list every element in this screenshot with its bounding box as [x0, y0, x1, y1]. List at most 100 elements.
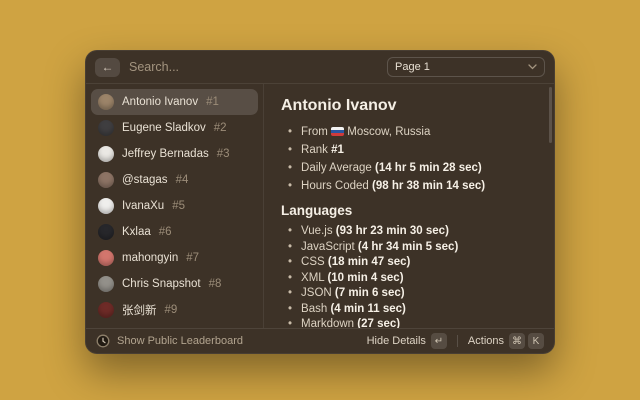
user-row[interactable]: Chris Snapshot #8 — [91, 271, 258, 297]
user-rank: #9 — [165, 304, 178, 316]
bullet-icon: • — [288, 159, 292, 177]
detail-info-item: • Hours Coded (98 hr 38 min 14 sec) — [288, 177, 538, 195]
detail-info-item: • From Moscow, Russia — [288, 123, 538, 141]
language-item: • JSON (7 min 6 sec) — [288, 286, 538, 302]
k-key-icon: K — [528, 333, 544, 349]
user-row[interactable]: 张剑新 #9 — [91, 297, 258, 323]
bullet-icon: • — [288, 286, 292, 302]
language-item-text: XML (10 min 4 sec) — [301, 271, 404, 287]
user-avatar — [98, 146, 114, 162]
hide-details-action[interactable]: Hide Details ↵ — [367, 333, 447, 349]
user-rank: #8 — [209, 278, 222, 290]
chevron-down-icon — [528, 64, 537, 70]
user-name: IvanaXu — [122, 200, 164, 212]
scrollbar-thumb[interactable] — [549, 87, 552, 143]
actions-menu-button[interactable]: Actions ⌘K — [468, 333, 544, 349]
user-name: Antonio Ivanov — [122, 96, 198, 108]
bullet-icon: • — [288, 240, 292, 256]
detail-info-item-text: Rank #1 — [301, 141, 344, 159]
enter-key-icon: ↵ — [431, 333, 447, 349]
footer-divider — [457, 335, 458, 347]
user-row[interactable]: Eugene Sladkov #2 — [91, 115, 258, 141]
clock-icon — [96, 334, 110, 348]
detail-info-item: • Rank #1 — [288, 141, 538, 159]
language-item: • CSS (18 min 47 sec) — [288, 255, 538, 271]
back-arrow-icon: ← — [102, 60, 114, 74]
user-rank: #2 — [214, 122, 227, 134]
user-name: 张剑新 — [122, 302, 157, 318]
user-avatar — [98, 94, 114, 110]
user-avatar — [98, 250, 114, 266]
russia-flag-icon — [331, 127, 344, 136]
language-item-text: Bash (4 min 11 sec) — [301, 302, 406, 318]
languages-heading: Languages — [281, 202, 538, 219]
user-avatar — [98, 120, 114, 136]
user-rank: #7 — [186, 252, 199, 264]
language-item-text: Markdown (27 sec) — [301, 317, 400, 328]
language-item-text: CSS (18 min 47 sec) — [301, 255, 410, 271]
hide-details-label: Hide Details — [367, 335, 426, 347]
user-name: mahongyin — [122, 252, 178, 264]
detail-panel: Antonio Ivanov • From Moscow, Russia • Rank… — [264, 84, 554, 328]
languages-list: • Vue.js (93 hr 23 min 30 sec) • JavaScript… — [281, 224, 538, 328]
user-avatar — [98, 198, 114, 214]
info-list: • From Moscow, Russia • Rank #1 • Daily Avera… — [281, 123, 538, 195]
language-item: • XML (10 min 4 sec) — [288, 271, 538, 287]
user-row[interactable]: Antonio Ivanov #1 — [91, 89, 258, 115]
footer-actions: Hide Details ↵ Actions ⌘K — [367, 333, 544, 349]
user-name: Eugene Sladkov — [122, 122, 206, 134]
main-content: Antonio Ivanov #1 Eugene Sladkov #2 Jeffrey … — [86, 84, 554, 328]
top-bar: ← Page 1 — [86, 51, 554, 84]
page-dropdown-value: Page 1 — [395, 61, 430, 73]
search-input[interactable] — [129, 60, 378, 74]
language-item: • Vue.js (93 hr 23 min 30 sec) — [288, 224, 538, 240]
page-dropdown[interactable]: Page 1 — [387, 57, 545, 77]
language-item-text: Vue.js (93 hr 23 min 30 sec) — [301, 224, 449, 240]
user-avatar — [98, 302, 114, 318]
language-item: • Markdown (27 sec) — [288, 317, 538, 328]
user-avatar — [98, 224, 114, 240]
user-name: Chris Snapshot — [122, 278, 201, 290]
user-row[interactable]: IvanaXu #5 — [91, 193, 258, 219]
user-rank: #3 — [217, 148, 230, 160]
bullet-icon: • — [288, 302, 292, 318]
user-row[interactable]: Jeffrey Bernadas #3 — [91, 141, 258, 167]
language-item: • JavaScript (4 hr 34 min 5 sec) — [288, 240, 538, 256]
bullet-icon: • — [288, 317, 292, 328]
desktop-background: { "topbar": { "search_placeholder": "Sea… — [0, 0, 640, 400]
bullet-icon: • — [288, 271, 292, 287]
detail-info-item-text: Daily Average (14 hr 5 min 28 sec) — [301, 159, 482, 177]
user-name: Kxlaa — [122, 226, 151, 238]
language-item-text: JSON (7 min 6 sec) — [301, 286, 405, 302]
back-button[interactable]: ← — [95, 58, 120, 77]
user-avatar — [98, 276, 114, 292]
footer-command-label: Show Public Leaderboard — [117, 335, 243, 347]
user-name: @stagas — [122, 174, 168, 186]
user-avatar — [98, 172, 114, 188]
detail-info-item-text: Hours Coded (98 hr 38 min 14 sec) — [301, 177, 485, 195]
user-row[interactable]: mahongyin #7 — [91, 245, 258, 271]
user-rank: #6 — [159, 226, 172, 238]
detail-info-item-text: From Moscow, Russia — [301, 123, 430, 141]
leaderboard-window: ← Page 1 Antonio Ivanov #1 Eugene Sladkov #… — [85, 50, 555, 354]
bullet-icon: • — [288, 255, 292, 271]
user-row[interactable]: @stagas #4 — [91, 167, 258, 193]
user-rank: #4 — [176, 174, 189, 186]
command-key-icon: ⌘ — [509, 333, 525, 349]
footer-left: Show Public Leaderboard — [96, 334, 367, 348]
user-name: Jeffrey Bernadas — [122, 148, 209, 160]
bullet-icon: • — [288, 141, 292, 159]
user-rank: #1 — [206, 96, 219, 108]
language-item-text: JavaScript (4 hr 34 min 5 sec) — [301, 240, 458, 256]
bullet-icon: • — [288, 224, 292, 240]
actions-label: Actions — [468, 335, 504, 347]
bullet-icon: • — [288, 177, 292, 195]
user-row[interactable]: Kxlaa #6 — [91, 219, 258, 245]
actions-keys: ⌘K — [509, 333, 544, 349]
detail-info-item: • Daily Average (14 hr 5 min 28 sec) — [288, 159, 538, 177]
footer-bar: Show Public Leaderboard Hide Details ↵ A… — [86, 328, 554, 353]
user-list: Antonio Ivanov #1 Eugene Sladkov #2 Jeffrey … — [86, 84, 264, 328]
detail-title: Antonio Ivanov — [281, 96, 538, 116]
bullet-icon: • — [288, 123, 292, 141]
user-rank: #5 — [172, 200, 185, 212]
